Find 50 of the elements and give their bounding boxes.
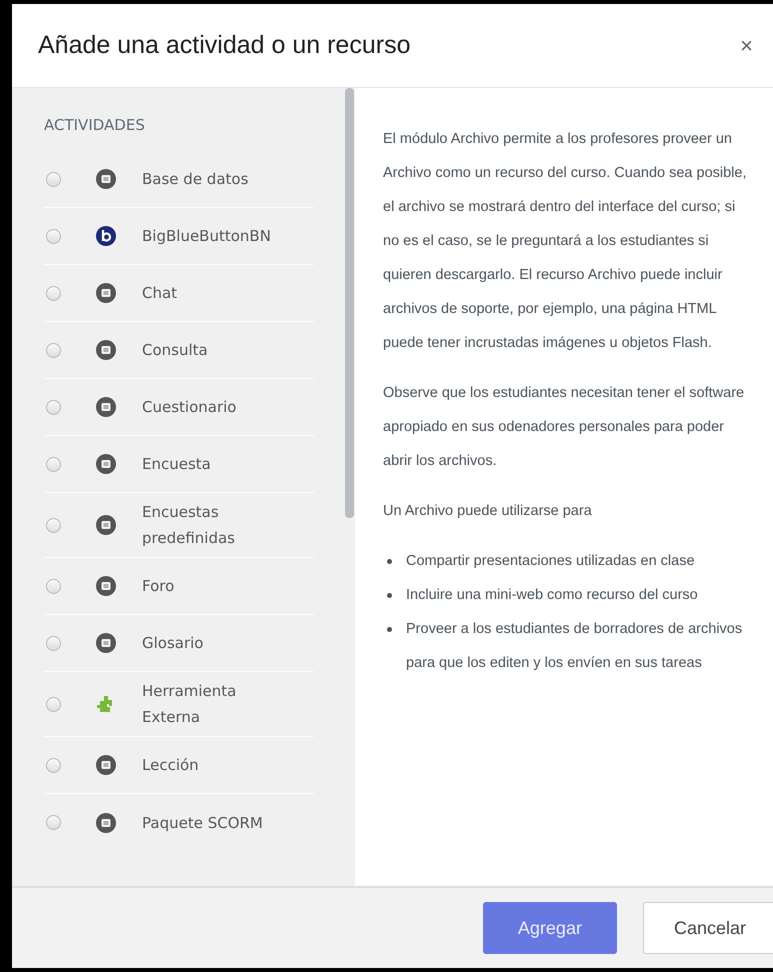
bullet-icon	[387, 559, 392, 564]
module-icon	[95, 514, 117, 536]
bullet-text: Compartir presentaciones utilizadas en clase	[406, 552, 695, 571]
dialog-title: Añade una actividad o un recurso	[38, 31, 410, 60]
section-heading: ACTIVIDADES	[44, 116, 146, 134]
module-icon	[95, 812, 117, 834]
activity-label[interactable]: Chat	[142, 280, 292, 306]
radio-button[interactable]	[46, 518, 61, 532]
activity-label[interactable]: Base de datos	[142, 166, 292, 192]
activity-label[interactable]: Encuestas predefinidas	[142, 499, 292, 551]
activity-label[interactable]: Glosario	[142, 630, 292, 656]
close-button[interactable]: ×	[734, 32, 759, 58]
radio-button[interactable]	[46, 578, 61, 594]
module-icon	[95, 282, 117, 304]
radio-button[interactable]	[46, 758, 61, 772]
radio-button[interactable]	[46, 696, 61, 712]
radio-button[interactable]	[46, 286, 61, 300]
activity-label[interactable]: Paquete SCORM	[142, 810, 292, 836]
activity-label[interactable]: Encuesta	[142, 451, 292, 477]
letter-b-icon	[95, 225, 117, 247]
radio-button[interactable]	[46, 228, 61, 244]
radio-button[interactable]	[46, 456, 61, 472]
radio-button[interactable]	[46, 342, 61, 358]
bullet-text: Proveer a los estudiantes de borradores de archivos para que los editen y los envíen en sus tareas	[406, 620, 744, 673]
activity-label[interactable]: Foro	[142, 573, 292, 599]
module-icon	[95, 339, 117, 361]
add-button[interactable]: Agregar	[482, 902, 617, 954]
module-icon	[95, 396, 117, 418]
cancel-button[interactable]: Cancelar	[642, 902, 773, 954]
activity-label[interactable]: BigBlueButtonBN	[142, 223, 292, 249]
description-paragraph: Un Archivo puede utilizarse para	[383, 502, 593, 521]
radio-button[interactable]	[46, 172, 61, 186]
description-paragraph: Observe que los estudiantes necesitan tener el software apropiado en sus odenadores personales para poder abrir los archivos.	[383, 384, 746, 471]
radio-button[interactable]	[46, 815, 61, 830]
description-paragraph: El módulo Archivo permite a los profesores proveer un Archivo como un recurso del curso. Cuando sea posible, el archivo se mostrará dentro del interface del curso; si no es el caso, se le preguntará a los estudiantes si quieren descargarlo. El recurso Archivo puede incluir archivos de soporte, por ejemplo, una página HTML puede tener incrustadas imágenes u objetos Flash.	[383, 130, 747, 353]
module-icon	[95, 754, 117, 776]
bullet-icon	[387, 627, 392, 632]
activity-label[interactable]: Cuestionario	[142, 394, 292, 420]
scrollbar-thumb[interactable]	[345, 88, 354, 518]
radio-button[interactable]	[46, 636, 61, 650]
module-icon	[95, 632, 117, 654]
module-icon	[95, 575, 117, 597]
bullet-text: Incluire una mini-web como recurso del curso	[406, 586, 698, 605]
module-icon	[95, 453, 117, 475]
module-icon	[95, 168, 117, 190]
activity-label[interactable]: Herramienta Externa	[142, 678, 292, 730]
activity-label[interactable]: Lección	[142, 752, 292, 778]
radio-button[interactable]	[46, 400, 61, 414]
activity-label[interactable]: Consulta	[142, 337, 292, 363]
bullet-icon	[387, 593, 392, 598]
